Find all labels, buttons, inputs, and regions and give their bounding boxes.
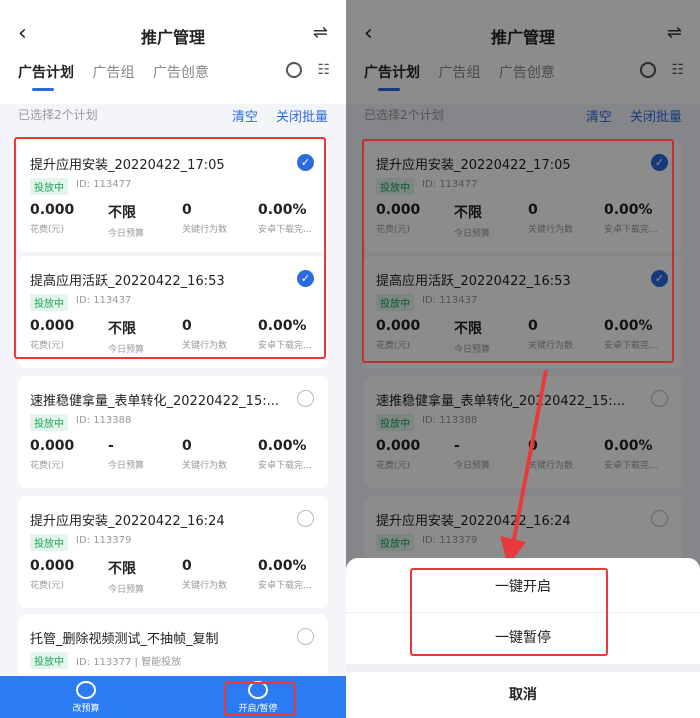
plan-id: ID: 113379: [76, 535, 132, 546]
action-sheet: 一键开启 一键暂停 取消: [346, 558, 700, 718]
plan-name: 托管_删除视频测试_不抽帧_复制: [30, 632, 219, 647]
clear-button[interactable]: 清空: [232, 110, 258, 125]
plan-card[interactable]: 速推稳健拿量_表单转化_20220422_15:... 投放中 ID: 1133…: [18, 376, 328, 488]
status-badge: 投放中: [30, 652, 68, 669]
plan-id: ID: 113388: [76, 415, 132, 426]
budget-label: 改预算: [72, 704, 100, 714]
stat-value: 0.00%: [258, 558, 307, 574]
unchecked-icon[interactable]: [297, 510, 314, 527]
stat-label: 花费(元): [30, 461, 65, 471]
cancel-button[interactable]: 取消: [346, 670, 700, 718]
close-batch-button[interactable]: 关闭批量: [276, 110, 328, 125]
arrow-annotation: [500, 369, 548, 566]
plan-name: 速推稳健拿量_表单转化_20220422_15:...: [30, 394, 279, 409]
header: ‹ 推广管理 ⇌ 广告计划 广告组 广告创意 ☷: [0, 0, 346, 104]
unchecked-icon[interactable]: [297, 628, 314, 645]
stat-label: 关键行为数: [182, 461, 228, 471]
stat-value: 0: [182, 558, 192, 574]
tab-plans[interactable]: 广告计划: [18, 65, 74, 81]
highlight-box: [410, 568, 608, 656]
stat-label: 安卓下载完...: [258, 461, 312, 471]
tab-creatives[interactable]: 广告创意: [153, 65, 209, 81]
stats-row: 0.000 花费(元) - 今日预算 0 关键行为数 0.00% 安卓下载完...: [30, 438, 322, 478]
tab-groups[interactable]: 广告组: [92, 65, 134, 81]
plan-card[interactable]: 提升应用安装_20220422_16:24 投放中 ID: 113379 0.0…: [18, 496, 328, 608]
stat-value: 0: [182, 438, 192, 454]
plan-id: ID: 113377 | 智能投放: [76, 657, 182, 668]
right-screen: ‹ 推广管理 ⇌ 广告计划 广告组 广告创意 ☷ 已选择2个计划 清空 关闭批量…: [346, 0, 700, 718]
stat-label: 安卓下载完...: [258, 581, 312, 591]
stat-value: 0.000: [30, 558, 75, 574]
plan-name: 提升应用安装_20220422_16:24: [30, 514, 225, 529]
tab-bar: 广告计划 广告组 广告创意: [18, 62, 223, 82]
budget-button[interactable]: 改预算: [56, 681, 116, 714]
search-icon[interactable]: [286, 62, 302, 78]
highlight-box: [224, 682, 296, 716]
stat-label: 今日预算: [108, 461, 145, 471]
stat-label: 关键行为数: [182, 581, 228, 591]
highlight-box: [14, 137, 326, 359]
selection-count: 已选择2个计划: [18, 108, 98, 122]
stat-label: 今日预算: [108, 585, 145, 595]
page-title: 推广管理: [140, 28, 205, 47]
highlight-box: [362, 139, 674, 363]
selection-bar: 已选择2个计划 清空 关闭批量: [18, 106, 328, 126]
stat-value: 不限: [108, 561, 136, 577]
filter-icon[interactable]: ☷: [317, 62, 330, 78]
status-badge: 投放中: [30, 534, 68, 551]
stat-value: -: [108, 438, 114, 454]
budget-icon: [76, 681, 96, 699]
unchecked-icon[interactable]: [297, 390, 314, 407]
left-screen: ‹ 推广管理 ⇌ 广告计划 广告组 广告创意 ☷ 已选择2个计划 清空 关闭批量…: [0, 0, 346, 718]
bottom-action-bar: 改预算 开启/暂停: [0, 676, 346, 718]
stats-row: 0.000 花费(元) 不限今日预算 0 关键行为数 0.00% 安卓下载完...: [30, 558, 322, 598]
stat-label: 花费(元): [30, 581, 65, 591]
status-badge: 投放中: [30, 414, 68, 431]
stat-value: 0.00%: [258, 438, 307, 454]
swap-icon[interactable]: ⇌: [313, 22, 328, 43]
stat-value: 0.000: [30, 438, 75, 454]
